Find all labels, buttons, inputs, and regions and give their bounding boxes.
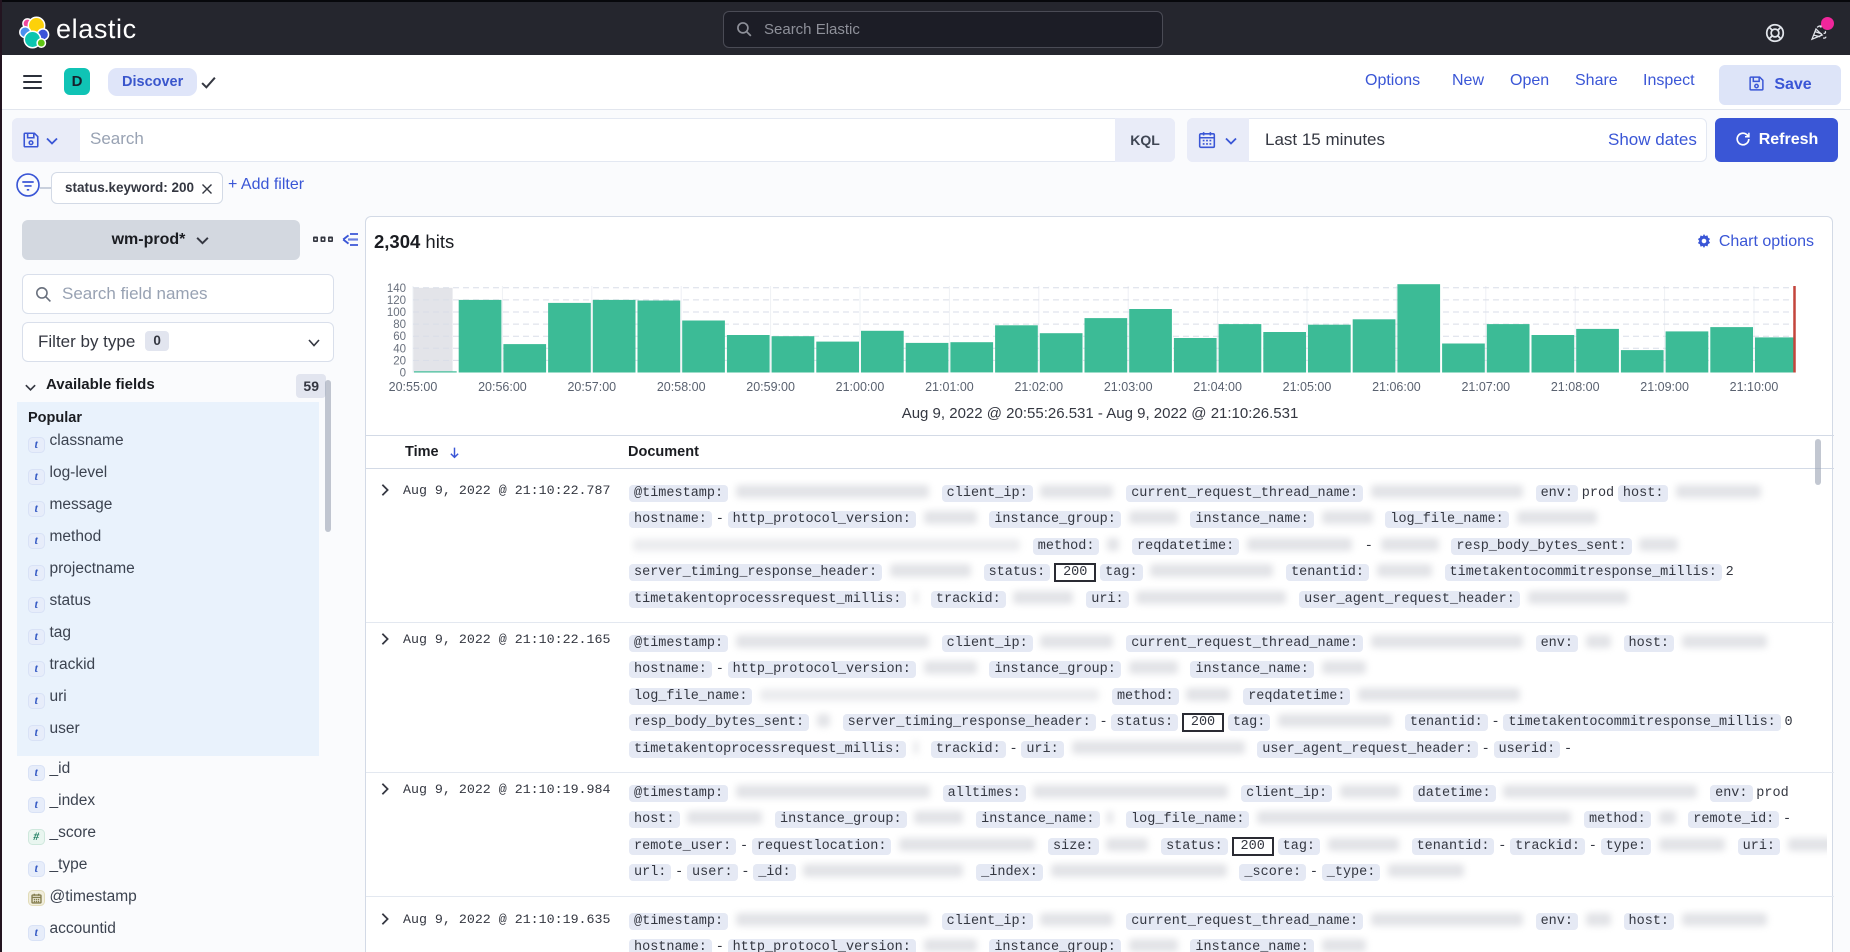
svg-text:21:00:00: 21:00:00 [836, 380, 885, 394]
svg-text:20:55:00: 20:55:00 [389, 380, 438, 394]
svg-text:20:58:00: 20:58:00 [657, 380, 706, 394]
svg-text:20:56:00: 20:56:00 [478, 380, 527, 394]
svg-text:140: 140 [387, 283, 406, 295]
svg-text:21:09:00: 21:09:00 [1640, 380, 1689, 394]
svg-text:21:07:00: 21:07:00 [1461, 380, 1510, 394]
svg-text:21:04:00: 21:04:00 [1193, 380, 1242, 394]
svg-text:21:03:00: 21:03:00 [1104, 380, 1153, 394]
svg-text:80: 80 [393, 319, 406, 331]
svg-text:40: 40 [393, 343, 406, 355]
svg-text:21:02:00: 21:02:00 [1014, 380, 1063, 394]
svg-text:20: 20 [393, 355, 406, 367]
svg-text:21:01:00: 21:01:00 [925, 380, 974, 394]
svg-text:120: 120 [387, 295, 406, 307]
svg-text:21:05:00: 21:05:00 [1283, 380, 1332, 394]
svg-text:21:08:00: 21:08:00 [1551, 380, 1600, 394]
svg-text:20:59:00: 20:59:00 [746, 380, 795, 394]
svg-text:21:10:00: 21:10:00 [1730, 380, 1779, 394]
svg-text:20:57:00: 20:57:00 [567, 380, 616, 394]
svg-text:60: 60 [393, 331, 406, 343]
svg-text:0: 0 [400, 368, 406, 380]
svg-text:100: 100 [387, 307, 406, 319]
svg-text:21:06:00: 21:06:00 [1372, 380, 1421, 394]
